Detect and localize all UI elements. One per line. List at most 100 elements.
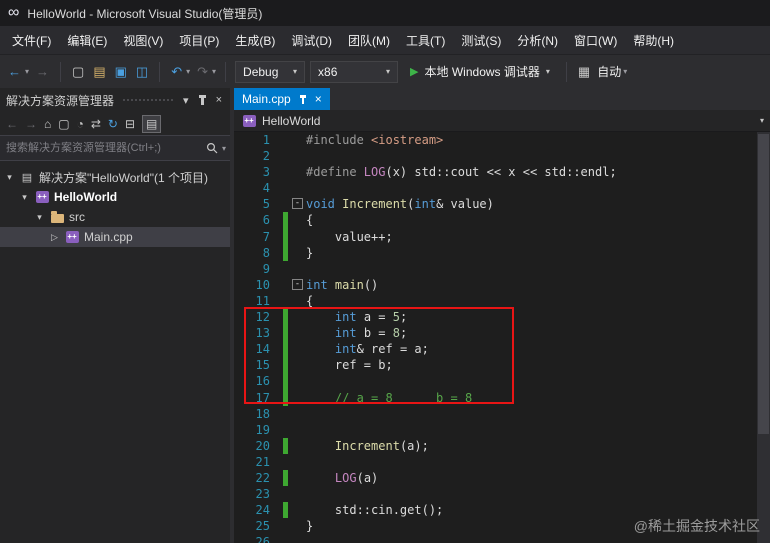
token-com: // a = 8 b = 8 <box>306 390 473 405</box>
save-icon[interactable]: ▣ <box>113 63 129 80</box>
code-line[interactable]: 17 // a = 8 b = 8 <box>234 389 770 406</box>
collapse-all-icon[interactable]: ⊟ <box>125 117 135 131</box>
code-line[interactable]: 13 int b = 8; <box>234 325 770 342</box>
code-line[interactable]: 11 { <box>234 293 770 309</box>
redo-dropdown-icon[interactable]: ▾ <box>212 67 216 76</box>
sync-with-active-document-icon[interactable]: ⇄ <box>91 117 101 131</box>
search-icon[interactable] <box>206 142 218 154</box>
code-line[interactable]: 23 <box>234 486 770 502</box>
navigate-back-icon[interactable]: ← <box>6 63 23 80</box>
code-line[interactable]: 12 int a = 5; <box>234 309 770 326</box>
pin-icon[interactable] <box>299 94 306 104</box>
panel-grip[interactable] <box>122 97 174 103</box>
code-line[interactable]: 21 <box>234 454 770 470</box>
scrollbar-thumb[interactable] <box>758 134 769 434</box>
search-options-icon[interactable]: ▾ <box>222 144 226 153</box>
chevron-down-icon[interactable]: ▾ <box>4 172 15 183</box>
menu-item[interactable]: 窗口(W) <box>566 27 625 54</box>
code-editor[interactable]: 1 #include <iostream> 2 3 #define LOG(x) std… <box>234 132 770 543</box>
main-toolbar: ← ▾ → ▢ ▤ ▣ ◫ ↶ ▾ ↷ ▾ Debug ▾ x86 ▾ ▶ 本地… <box>0 54 770 88</box>
menu-item[interactable]: 编辑(E) <box>59 27 115 54</box>
tree-item[interactable]: ▷ ++ Main.cpp <box>0 227 230 247</box>
code-line[interactable]: 7 value++; <box>234 228 770 245</box>
menu-item[interactable]: 分析(N) <box>509 27 566 54</box>
navigate-forward-icon[interactable]: → <box>34 63 51 80</box>
back-icon[interactable]: ← <box>6 117 18 131</box>
play-icon: ▶ <box>410 66 419 78</box>
code-line[interactable]: 5 - void Increment(int& value) <box>234 196 770 212</box>
cpp-icon: ++ <box>35 191 49 204</box>
collapse-region-icon[interactable]: - <box>292 198 303 210</box>
code-line[interactable]: 2 <box>234 148 770 164</box>
line-number: 18 <box>255 406 270 421</box>
chevron-down-icon[interactable]: ▾ <box>760 116 764 125</box>
breadcrumb-project[interactable]: HelloWorld <box>262 114 320 128</box>
save-all-icon[interactable]: ◫ <box>134 63 150 80</box>
chevron-down-icon: ▾ <box>293 67 298 76</box>
code-line[interactable]: 18 <box>234 406 770 422</box>
fold-margin <box>290 534 306 543</box>
menu-item[interactable]: 视图(V) <box>115 27 171 54</box>
window-menu-icon[interactable]: ▾ <box>181 93 191 108</box>
debug-target-icon[interactable]: ▦ <box>576 63 592 80</box>
code-line[interactable]: 1 #include <iostream> <box>234 132 770 148</box>
code-text: // a = 8 b = 8 <box>306 390 472 406</box>
undo-icon[interactable]: ↶ <box>169 63 184 80</box>
pending-changes-filter-icon[interactable]: ◔ <box>77 117 84 131</box>
code-line[interactable]: 14 int& ref = a; <box>234 341 770 358</box>
forward-icon[interactable]: → <box>25 117 37 131</box>
code-text: std::cin.get(); <box>306 502 443 518</box>
new-window-icon[interactable]: ▢ <box>70 63 86 80</box>
solution-platform-dropdown[interactable]: x86 ▾ <box>310 60 399 83</box>
chevron-right-icon[interactable]: ▷ <box>49 232 60 243</box>
solution-search-input[interactable] <box>4 141 202 155</box>
menu-item[interactable]: 工具(T) <box>398 27 453 54</box>
close-icon[interactable]: × <box>214 93 224 107</box>
solution-explorer-title: 解决方案资源管理器 <box>6 93 115 108</box>
menu-item[interactable]: 文件(F) <box>4 27 59 54</box>
close-icon[interactable]: × <box>315 93 322 105</box>
code-line[interactable]: 4 <box>234 180 770 196</box>
toolbar-separator <box>159 61 161 82</box>
menu-item[interactable]: 帮助(H) <box>625 27 682 54</box>
menu-item[interactable]: 生成(B) <box>227 27 283 54</box>
menu-item[interactable]: 测试(S) <box>453 27 509 54</box>
undo-dropdown-icon[interactable]: ▾ <box>186 67 190 76</box>
attach-mode-dropdown[interactable]: 自动 ▾ <box>597 63 627 80</box>
menu-item[interactable]: 调试(D) <box>283 27 340 54</box>
tree-item[interactable]: ▾ ++ HelloWorld <box>0 187 230 207</box>
code-line[interactable]: 9 <box>234 261 770 277</box>
code-line[interactable]: 10 - int main() <box>234 277 770 293</box>
solution-configuration-dropdown[interactable]: Debug ▾ <box>235 60 306 83</box>
tab-main-cpp[interactable]: Main.cpp × <box>234 88 330 110</box>
change-tracking-bar <box>282 373 290 390</box>
code-line[interactable]: 15 ref = b; <box>234 357 770 374</box>
start-debugging-button[interactable]: ▶ 本地 Windows 调试器 ▾ <box>403 60 557 84</box>
redo-icon[interactable]: ↷ <box>195 63 210 80</box>
code-line[interactable]: 16 <box>234 373 770 390</box>
show-all-files-icon[interactable]: ▤ <box>142 114 162 133</box>
code-line[interactable]: 20 Increment(a); <box>234 437 770 454</box>
code-line[interactable]: 6{ <box>234 212 770 229</box>
code-text: void Increment(int& value) <box>306 196 494 212</box>
open-file-icon[interactable]: ▤ <box>91 63 107 80</box>
navigate-back-dropdown-icon[interactable]: ▾ <box>25 67 29 76</box>
refresh-icon[interactable]: ↻ <box>108 117 118 131</box>
chevron-down-icon[interactable]: ▾ <box>19 192 30 203</box>
token-pln: & value) <box>436 197 494 212</box>
home-icon[interactable]: ⌂ <box>44 117 51 131</box>
code-line[interactable]: 3 #define LOG(x) std::cout << x << std::e… <box>234 164 770 180</box>
switch-views-icon[interactable]: ▢ <box>58 117 69 131</box>
tree-item[interactable]: ▾ src <box>0 207 230 227</box>
token-kw: int <box>414 197 437 212</box>
collapse-region-icon[interactable]: - <box>292 278 303 290</box>
code-line[interactable]: 22 LOG(a) <box>234 469 770 487</box>
vertical-scrollbar[interactable] <box>757 132 770 543</box>
tree-item[interactable]: ▾ ▤ 解决方案"HelloWorld"(1 个项目) <box>0 167 230 187</box>
menu-item[interactable]: 团队(M) <box>340 27 398 54</box>
code-line[interactable]: 19 <box>234 422 770 438</box>
pin-icon[interactable] <box>198 95 206 105</box>
menu-item[interactable]: 项目(P) <box>171 27 227 54</box>
code-line[interactable]: 8} <box>234 244 770 261</box>
chevron-down-icon[interactable]: ▾ <box>34 212 45 223</box>
